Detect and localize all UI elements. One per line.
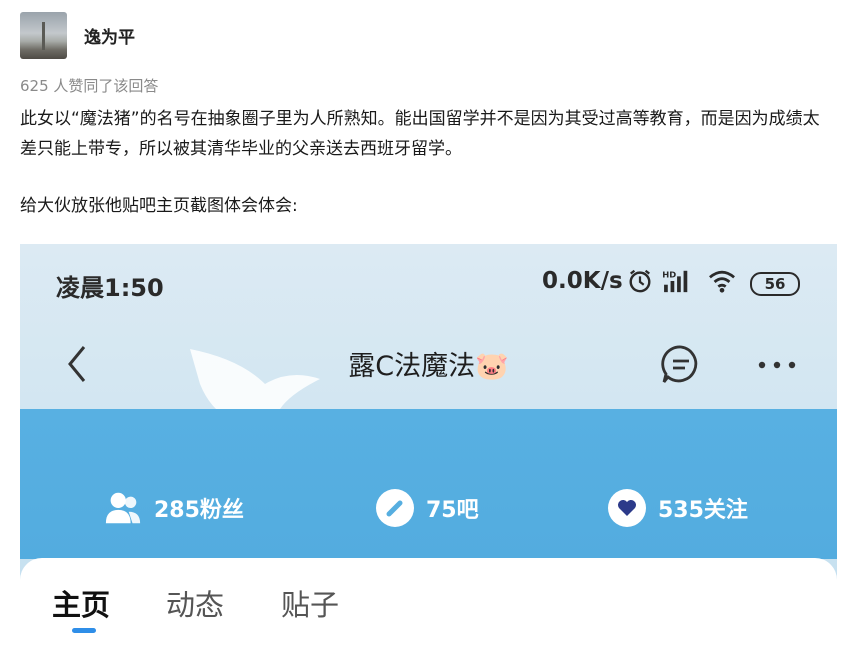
answer-author[interactable]: 逸为平 xyxy=(20,12,135,59)
embedded-screenshot: 凌晨1:50 0.0K/s HD 56 露C法魔法🐷 285粉丝 75吧 535… xyxy=(20,244,837,672)
battery-indicator: 56 xyxy=(750,272,800,296)
heart-icon xyxy=(608,489,646,527)
nav-title: 露C法魔法🐷 xyxy=(348,351,509,382)
avatar[interactable] xyxy=(20,12,67,59)
author-name[interactable]: 逸为平 xyxy=(84,23,135,48)
more-icon[interactable] xyxy=(757,360,797,370)
following-count: 535关注 xyxy=(658,498,748,523)
alarm-icon xyxy=(629,269,651,293)
answer-paragraph-1: 此女以“魔法猪”的名号在抽象圈子里为人所熟知。能出国留学并不是因为其受过高等教育… xyxy=(20,109,820,159)
status-bar: 凌晨1:50 0.0K/s HD 56 xyxy=(20,244,837,324)
fans-count: 285粉丝 xyxy=(154,498,244,523)
bars-count: 75吧 xyxy=(426,498,479,523)
profile-banner xyxy=(20,409,837,559)
nav-bar: 露C法魔法🐷 xyxy=(20,330,837,400)
net-speed: 0.0K/s xyxy=(542,268,623,294)
tab-activity[interactable]: 动态 xyxy=(166,582,224,624)
tab-home[interactable]: 主页 xyxy=(52,582,110,624)
tab-posts[interactable]: 贴子 xyxy=(281,582,339,624)
fans-icon xyxy=(104,489,142,527)
following-stat[interactable]: 535关注 xyxy=(608,489,748,527)
signal-icon: HD xyxy=(662,269,688,293)
active-tab-indicator xyxy=(72,628,96,633)
wifi-icon xyxy=(709,270,735,293)
like-count: 625 人赞同了该回答 xyxy=(20,77,159,95)
tab-card: 主页 动态 贴子 xyxy=(20,558,837,672)
bars-stat[interactable]: 75吧 xyxy=(376,489,479,527)
status-time: 凌晨1:50 xyxy=(56,274,164,302)
chat-icon[interactable] xyxy=(660,344,702,386)
fans-stat[interactable]: 285粉丝 xyxy=(104,489,244,527)
bar-icon xyxy=(376,489,414,527)
svg-text:HD: HD xyxy=(662,269,676,279)
answer-paragraph-2: 给大伙放张他贴吧主页截图体会体会: xyxy=(20,196,298,216)
